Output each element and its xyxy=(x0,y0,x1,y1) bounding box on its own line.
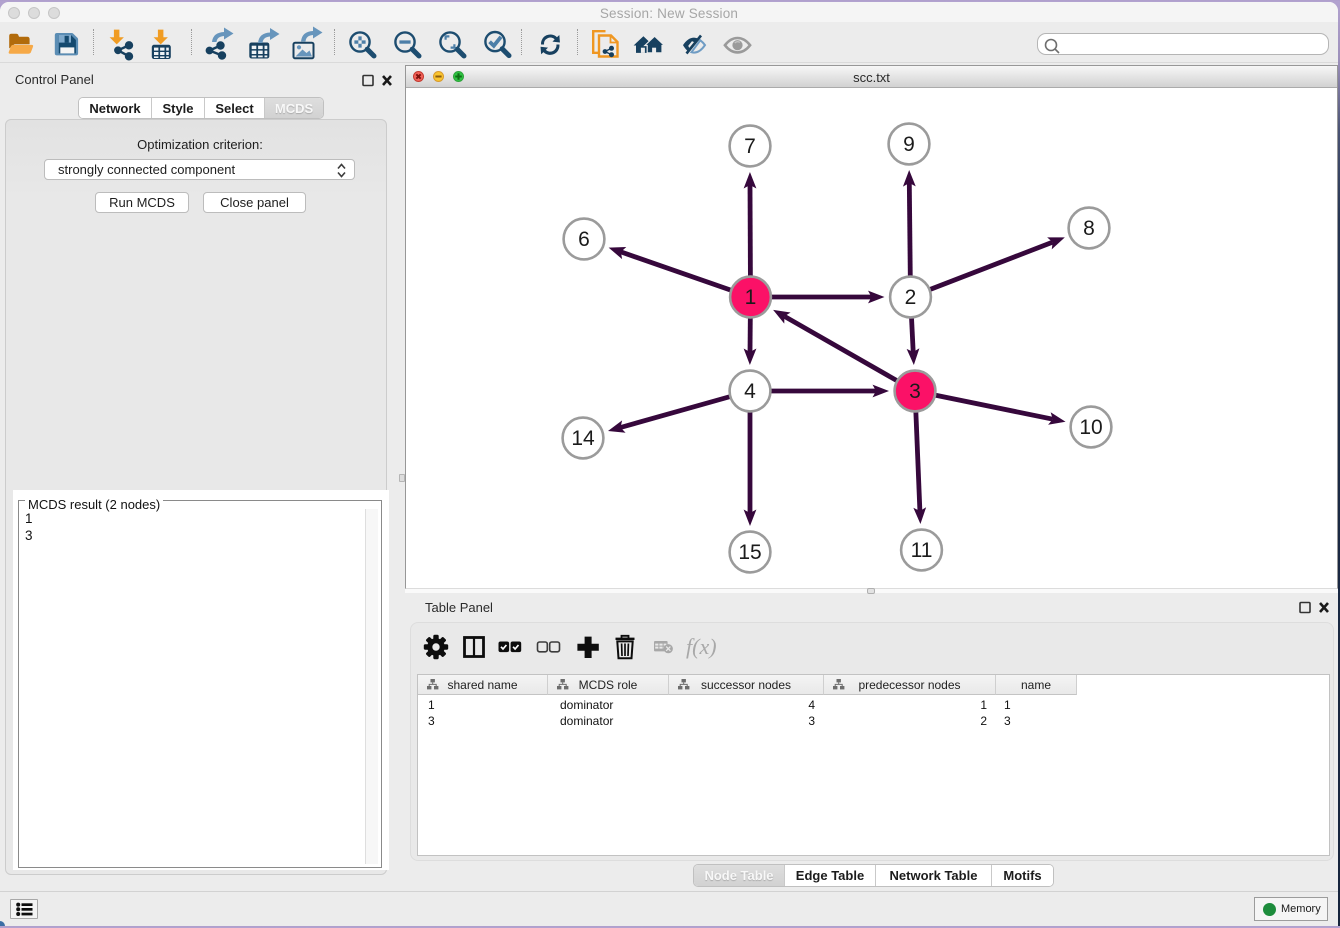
svg-text:1: 1 xyxy=(745,286,757,309)
svg-text:7: 7 xyxy=(744,135,756,158)
svg-text:10: 10 xyxy=(1079,416,1102,439)
svg-text:14: 14 xyxy=(571,427,595,450)
svg-text:6: 6 xyxy=(578,228,590,251)
svg-text:3: 3 xyxy=(909,380,921,403)
svg-text:8: 8 xyxy=(1083,217,1095,240)
svg-text:15: 15 xyxy=(738,541,761,564)
svg-text:9: 9 xyxy=(903,133,915,156)
svg-text:11: 11 xyxy=(911,539,933,562)
svg-text:f(x): f(x) xyxy=(686,634,717,659)
svg-text:2: 2 xyxy=(905,286,917,309)
svg-text:4: 4 xyxy=(744,380,756,403)
